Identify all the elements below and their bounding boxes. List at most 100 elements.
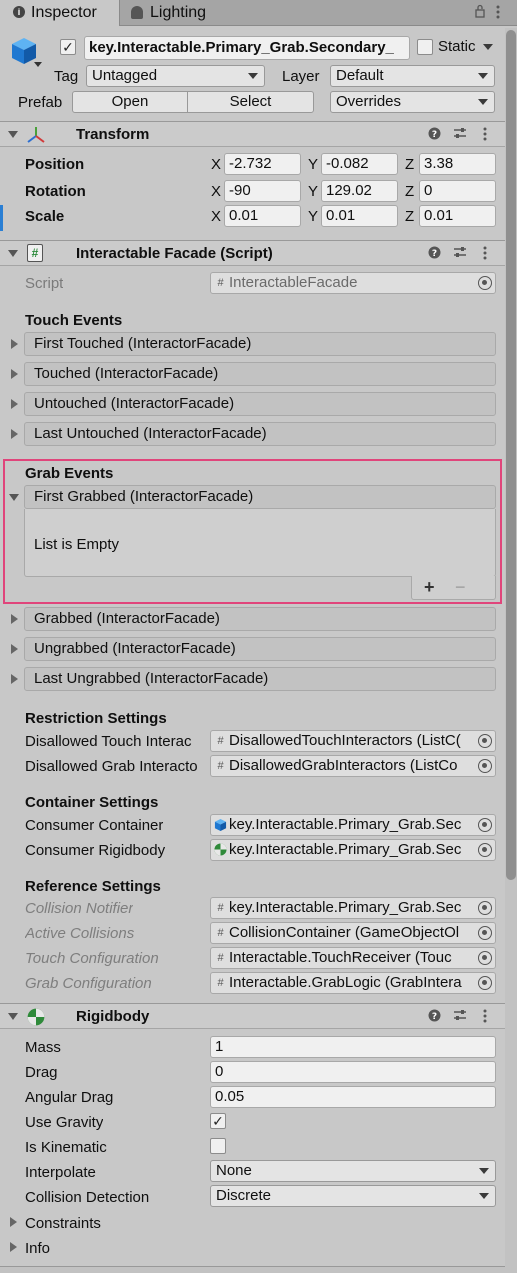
grab-events-heading: Grab Events	[25, 465, 114, 482]
drag-label: Drag	[25, 1064, 58, 1081]
event-ungrabbed[interactable]: Ungrabbed (InteractorFacade)	[24, 637, 496, 661]
component-menu-icon[interactable]	[482, 246, 488, 263]
position-y-label: Y	[308, 156, 319, 173]
add-item-button[interactable]: +	[424, 577, 435, 598]
help-icon[interactable]: ?	[428, 127, 441, 143]
help-icon[interactable]: ?	[428, 246, 441, 262]
event-first-grabbed[interactable]: First Grabbed (InteractorFacade)	[24, 485, 496, 509]
expand-arrow-icon[interactable]	[11, 644, 18, 654]
object-picker-icon	[478, 951, 492, 965]
component-menu-icon[interactable]	[482, 1009, 488, 1026]
scale-z-input[interactable]: 0.01	[419, 205, 496, 227]
mass-input[interactable]: 1	[210, 1036, 496, 1058]
preset-icon[interactable]	[453, 246, 467, 262]
position-x-label: X	[211, 156, 222, 173]
transform-header[interactable]: Transform ?	[0, 121, 517, 147]
facade-header[interactable]: # Interactable Facade (Script) ?	[0, 240, 517, 266]
rotation-z-input[interactable]: 0	[419, 180, 496, 202]
foldout-arrow-icon[interactable]	[8, 131, 18, 138]
remove-item-button[interactable]: −	[455, 577, 466, 598]
rotation-x-input[interactable]: -90	[224, 180, 301, 202]
preset-icon[interactable]	[453, 1009, 467, 1025]
position-y-input[interactable]: -0.082	[321, 153, 398, 175]
event-grabbed[interactable]: Grabbed (InteractorFacade)	[24, 607, 496, 631]
scrollbar-thumb[interactable]	[506, 30, 516, 880]
is-kinematic-checkbox[interactable]	[210, 1138, 226, 1154]
chevron-down-icon	[478, 73, 488, 79]
disallowed-touch-value: DisallowedTouchInteractors (ListC(	[229, 732, 461, 749]
event-first-touched[interactable]: First Touched (InteractorFacade)	[24, 332, 496, 356]
tag-label: Tag	[54, 68, 79, 85]
gameobject-name-input[interactable]: key.Interactable.Primary_Grab.Secondary_	[84, 36, 410, 60]
disallowed-grab-field[interactable]: # DisallowedGrabInteractors (ListCo	[210, 755, 496, 777]
tag-dropdown[interactable]: Untagged	[86, 65, 265, 87]
angular-drag-label: Angular Drag	[25, 1089, 114, 1106]
tab-lighting[interactable]: Lighting	[121, 0, 241, 26]
tab-inspector[interactable]: i Inspector	[0, 0, 120, 26]
foldout-arrow-icon[interactable]	[8, 250, 18, 257]
touch-configuration-value: Interactable.TouchReceiver (Touc	[229, 949, 452, 966]
consumer-container-field[interactable]: key.Interactable.Primary_Grab.Sec	[210, 814, 496, 836]
component-menu-icon[interactable]	[482, 127, 488, 144]
scale-modified-marker	[0, 205, 3, 231]
tab-menu-icon[interactable]	[495, 4, 501, 20]
collision-detection-dropdown[interactable]: Discrete	[210, 1185, 496, 1207]
active-checkbox[interactable]: ✓	[60, 39, 76, 55]
angular-drag-input[interactable]: 0.05	[210, 1086, 496, 1108]
expand-arrow-icon[interactable]	[11, 429, 18, 439]
is-kinematic-label: Is Kinematic	[25, 1139, 107, 1156]
object-picker-icon[interactable]	[478, 734, 492, 748]
touch-configuration-label: Touch Configuration	[25, 950, 159, 967]
touch-events-heading: Touch Events	[25, 312, 123, 329]
expand-arrow-icon[interactable]	[11, 614, 18, 624]
lighting-icon	[131, 6, 143, 19]
rigidbody-icon	[214, 843, 227, 857]
consumer-rigidbody-label: Consumer Rigidbody	[25, 842, 166, 859]
object-picker-icon[interactable]	[478, 818, 492, 832]
expand-arrow-icon[interactable]	[11, 674, 18, 684]
help-icon[interactable]: ?	[428, 1009, 441, 1025]
rigidbody-header[interactable]: Rigidbody ?	[0, 1003, 517, 1029]
drag-input[interactable]: 0	[210, 1061, 496, 1083]
static-checkbox[interactable]	[417, 39, 433, 55]
overrides-dropdown[interactable]: Overrides	[330, 91, 495, 113]
consumer-container-value: key.Interactable.Primary_Grab.Sec	[229, 816, 462, 833]
lock-icon[interactable]	[475, 4, 485, 18]
expand-arrow-icon[interactable]	[10, 1242, 17, 1252]
layer-dropdown[interactable]: Default	[330, 65, 495, 87]
position-z-input[interactable]: 3.38	[419, 153, 496, 175]
collision-detection-value: Discrete	[216, 1187, 272, 1204]
use-gravity-checkbox[interactable]: ✓	[210, 1113, 226, 1129]
collapse-arrow-icon[interactable]	[9, 494, 19, 501]
rotation-z-label: Z	[405, 183, 415, 200]
expand-arrow-icon[interactable]	[11, 339, 18, 349]
foldout-arrow-icon[interactable]	[8, 1013, 18, 1020]
expand-arrow-icon[interactable]	[11, 399, 18, 409]
preset-icon[interactable]	[453, 127, 467, 143]
prefab-select-button[interactable]: Select	[187, 91, 314, 113]
static-dropdown-arrow-icon[interactable]	[483, 44, 493, 50]
position-x-input[interactable]: -2.732	[224, 153, 301, 175]
consumer-rigidbody-field[interactable]: key.Interactable.Primary_Grab.Sec	[210, 839, 496, 861]
scale-y-input[interactable]: 0.01	[321, 205, 398, 227]
disallowed-touch-field[interactable]: # DisallowedTouchInteractors (ListC(	[210, 730, 496, 752]
scale-x-input[interactable]: 0.01	[224, 205, 301, 227]
consumer-container-label: Consumer Container	[25, 817, 164, 834]
event-untouched[interactable]: Untouched (InteractorFacade)	[24, 392, 496, 416]
constraints-label[interactable]: Constraints	[25, 1215, 101, 1232]
svg-text:?: ?	[432, 1012, 437, 1022]
prefab-open-button[interactable]: Open	[72, 91, 188, 113]
event-touched[interactable]: Touched (InteractorFacade)	[24, 362, 496, 386]
grab-configuration-label: Grab Configuration	[25, 975, 152, 992]
object-picker-icon[interactable]	[478, 759, 492, 773]
rotation-y-input[interactable]: 129.02	[321, 180, 398, 202]
event-last-ungrabbed[interactable]: Last Ungrabbed (InteractorFacade)	[24, 667, 496, 691]
position-label: Position	[25, 156, 85, 173]
info-label[interactable]: Info	[25, 1240, 50, 1257]
expand-arrow-icon[interactable]	[10, 1217, 17, 1227]
object-picker-icon[interactable]	[478, 843, 492, 857]
icon-dropdown-arrow-icon[interactable]	[34, 62, 42, 67]
event-last-untouched[interactable]: Last Untouched (InteractorFacade)	[24, 422, 496, 446]
expand-arrow-icon[interactable]	[11, 369, 18, 379]
interpolate-dropdown[interactable]: None	[210, 1160, 496, 1182]
